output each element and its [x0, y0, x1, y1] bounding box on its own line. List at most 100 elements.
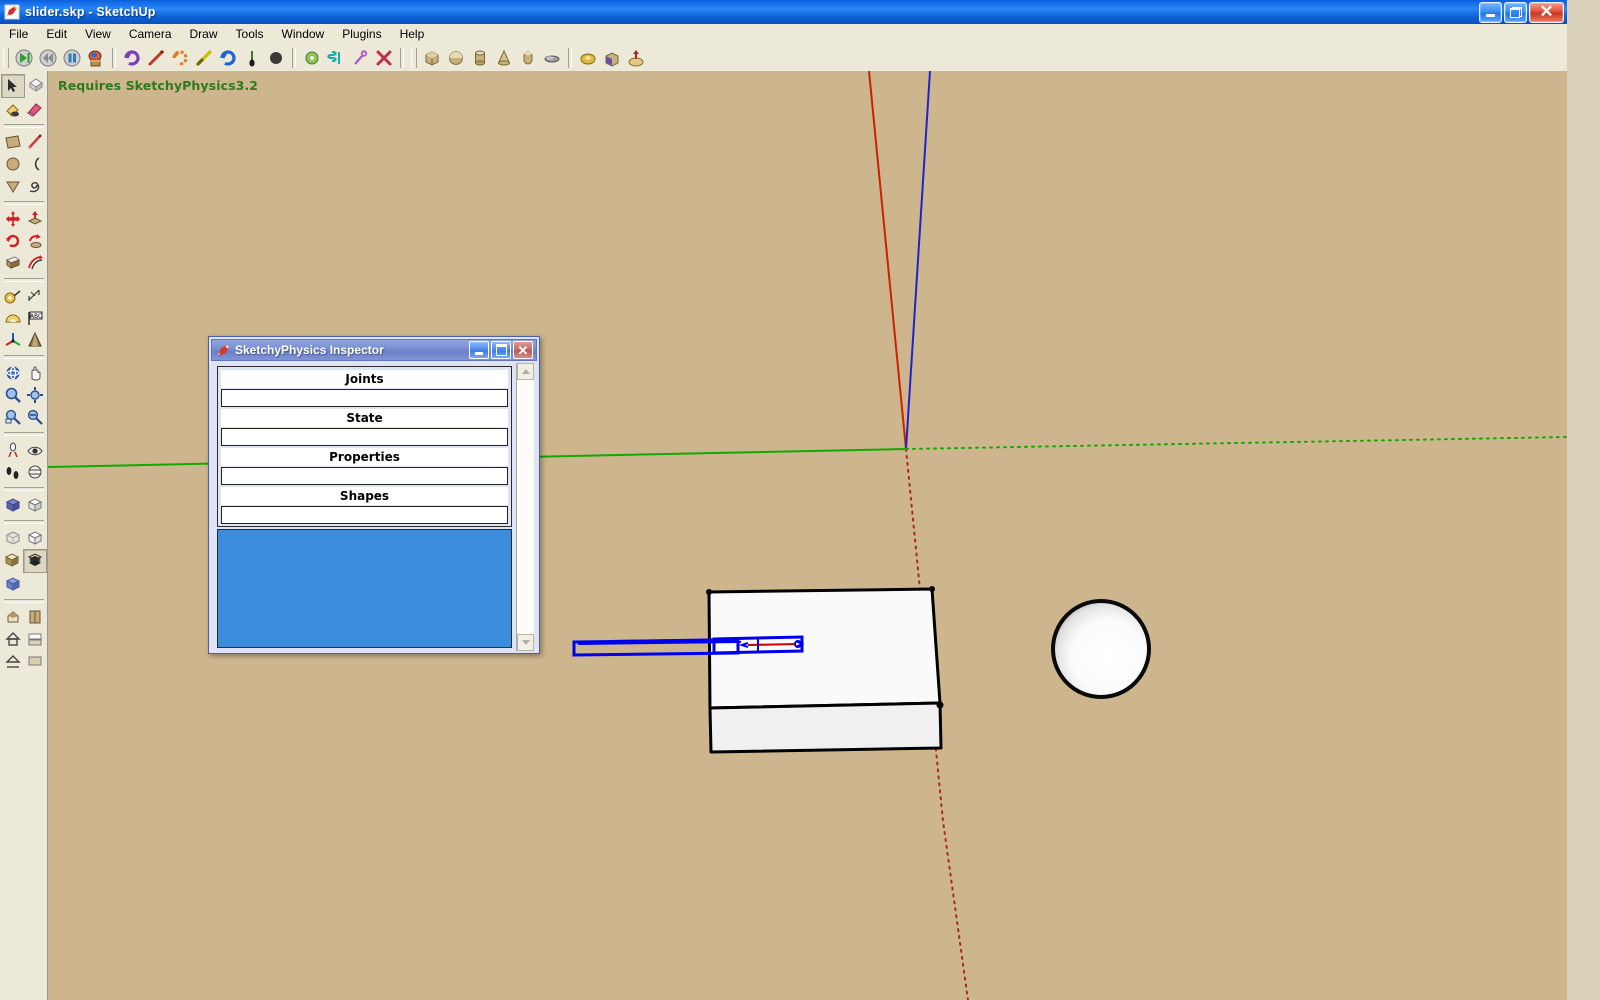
shapes-label: Shapes — [221, 487, 508, 505]
magnet-icon[interactable] — [577, 47, 599, 69]
protractor-icon[interactable] — [2, 307, 24, 329]
shaded-texture-style-icon[interactable] — [22, 549, 47, 573]
rectangle-icon[interactable] — [2, 131, 24, 153]
inspector-content-panel[interactable] — [217, 529, 512, 648]
toolbar-grip-2[interactable] — [411, 48, 417, 68]
arc-icon[interactable] — [24, 153, 46, 175]
pan-icon[interactable] — [24, 362, 46, 384]
pause-simulation-icon[interactable] — [61, 47, 83, 69]
zoom-window-icon[interactable] — [2, 406, 24, 428]
menu-help[interactable]: Help — [391, 25, 434, 44]
position-camera-icon[interactable] — [2, 439, 24, 461]
pencil-line-icon[interactable] — [24, 131, 46, 153]
share-model-icon[interactable] — [2, 628, 24, 650]
pushpull-icon[interactable] — [24, 208, 46, 230]
iso-view-icon[interactable] — [2, 494, 24, 516]
menu-window[interactable]: Window — [273, 25, 334, 44]
component-browser-icon[interactable] — [24, 606, 46, 628]
inspector-minimize-button[interactable] — [469, 341, 489, 359]
top-view-icon[interactable] — [24, 494, 46, 516]
delete-joint-icon[interactable] — [373, 47, 395, 69]
eraser-icon[interactable] — [24, 98, 46, 120]
menu-camera[interactable]: Camera — [120, 25, 181, 44]
photo-match-icon[interactable] — [2, 650, 24, 672]
circle-icon[interactable] — [2, 153, 24, 175]
menu-view[interactable]: View — [76, 25, 120, 44]
zoom-extents-icon[interactable] — [24, 384, 46, 406]
wireframe-style-icon[interactable] — [24, 527, 46, 549]
minimize-button[interactable] — [1479, 1, 1502, 23]
xray-style-icon[interactable] — [2, 527, 24, 549]
properties-input[interactable] — [221, 467, 508, 485]
polygon-icon[interactable] — [2, 175, 24, 197]
cylinder-shape-icon[interactable] — [469, 47, 491, 69]
inspector-maximize-button[interactable] — [491, 341, 511, 359]
axes-icon[interactable] — [2, 329, 24, 351]
offset-icon[interactable] — [24, 252, 46, 274]
thruster-icon[interactable] — [625, 47, 647, 69]
corkscrew-joint-icon[interactable] — [325, 47, 347, 69]
paint-bucket-icon[interactable] — [2, 98, 24, 120]
scroll-up-button[interactable] — [517, 363, 534, 380]
servo-joint-icon[interactable] — [217, 47, 239, 69]
shapes-input[interactable] — [221, 506, 508, 524]
universal-joint-icon[interactable] — [169, 47, 191, 69]
walk-icon[interactable] — [2, 461, 24, 483]
hinge-joint-icon[interactable] — [121, 47, 143, 69]
inspector-scrollbar[interactable] — [516, 363, 534, 651]
sphere-shape-icon[interactable] — [445, 47, 467, 69]
select-arrow-icon[interactable] — [0, 74, 25, 98]
text-label-icon[interactable]: ABC — [24, 307, 46, 329]
capsule-shape-icon[interactable] — [517, 47, 539, 69]
sketchyphysics-toolbox-icon[interactable] — [85, 47, 107, 69]
cone-shape-icon[interactable] — [493, 47, 515, 69]
scenes-icon[interactable] — [24, 650, 46, 672]
menu-tools[interactable]: Tools — [227, 25, 273, 44]
state-input[interactable] — [221, 428, 508, 446]
slider-joint-icon[interactable] — [145, 47, 167, 69]
monochrome-style-icon[interactable] — [2, 573, 24, 595]
emitter-icon[interactable] — [601, 47, 623, 69]
move-icon[interactable] — [2, 208, 24, 230]
inspector-close-button[interactable]: ✕ — [513, 341, 533, 359]
joints-input[interactable] — [221, 389, 508, 407]
pin-joint-icon[interactable] — [349, 47, 371, 69]
menu-file[interactable]: File — [0, 25, 37, 44]
box-shape-icon[interactable] — [421, 47, 443, 69]
play-simulation-icon[interactable] — [13, 47, 35, 69]
gear-joint-icon[interactable] — [301, 47, 323, 69]
zoom-icon[interactable] — [2, 384, 24, 406]
rewind-simulation-icon[interactable] — [37, 47, 59, 69]
look-around-icon[interactable] — [24, 439, 46, 461]
hiddenline-style-icon[interactable] — [1, 549, 23, 571]
dimension-icon[interactable] — [24, 285, 46, 307]
scale-icon[interactable] — [2, 252, 24, 274]
menu-draw[interactable]: Draw — [181, 25, 227, 44]
layers-icon[interactable] — [24, 628, 46, 650]
model-viewport[interactable]: Requires SketchyPhysics3.2 SketchyPhysic… — [48, 71, 1567, 1000]
convexhull-shape-icon[interactable] — [541, 47, 563, 69]
ball-joint-icon[interactable] — [265, 47, 287, 69]
section-plane-icon[interactable] — [24, 461, 46, 483]
inspector-titlebar[interactable]: SketchyPhysics Inspector ✕ — [211, 339, 537, 361]
piston-joint-icon[interactable] — [193, 47, 215, 69]
previous-view-icon[interactable] — [24, 406, 46, 428]
close-button[interactable]: ✕ — [1529, 1, 1564, 23]
rotate-icon[interactable] — [2, 230, 24, 252]
menu-plugins[interactable]: Plugins — [333, 25, 390, 44]
followme-icon[interactable] — [24, 230, 46, 252]
menu-edit[interactable]: Edit — [37, 25, 76, 44]
toolbar-divider — [3, 355, 44, 359]
make-component-icon[interactable] — [25, 74, 47, 96]
orbit-icon[interactable] — [2, 362, 24, 384]
toolbar-grip[interactable] — [3, 48, 9, 68]
spring-joint-icon[interactable] — [241, 47, 263, 69]
tape-measure-icon[interactable] — [2, 285, 24, 307]
sketchyphysics-inspector-dialog[interactable]: SketchyPhysics Inspector ✕ Joints State … — [208, 336, 540, 654]
toolbar-row — [0, 74, 47, 98]
scroll-down-button[interactable] — [517, 634, 534, 651]
freehand-icon[interactable] — [24, 175, 46, 197]
restore-button[interactable] — [1504, 1, 1527, 23]
3d-text-icon[interactable] — [24, 329, 46, 351]
get-models-icon[interactable] — [2, 606, 24, 628]
